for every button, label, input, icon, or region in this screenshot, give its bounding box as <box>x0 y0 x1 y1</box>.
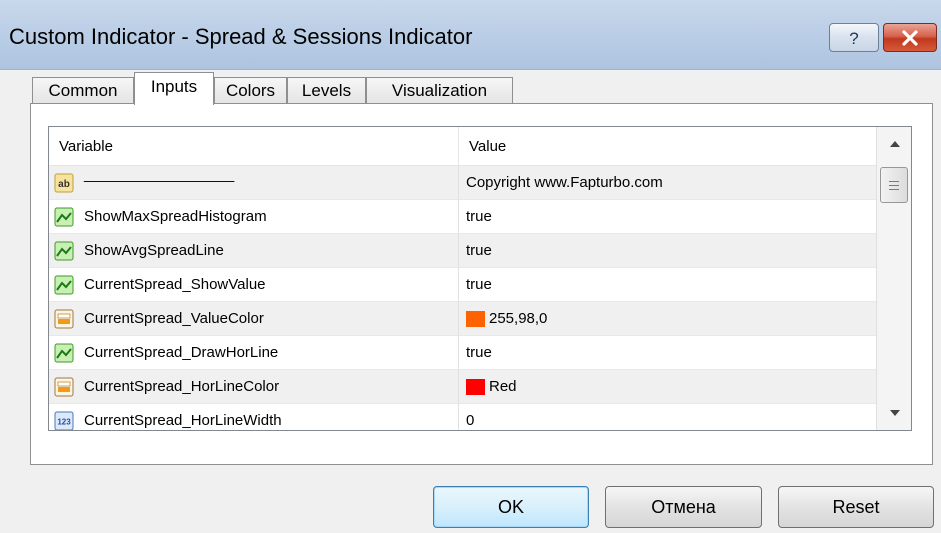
variable-cell: CurrentSpread_ValueColor <box>49 302 459 335</box>
value-cell[interactable]: 0 <box>459 404 876 430</box>
ok-button[interactable]: OK <box>433 486 589 528</box>
table-row[interactable]: CurrentSpread_HorLineColor Red <box>49 370 876 404</box>
color-swatch <box>466 311 485 327</box>
title-bar: Custom Indicator - Spread & Sessions Ind… <box>0 0 941 70</box>
inputs-grid: Variable Value ab __________________ Cop… <box>48 126 912 431</box>
column-header-value[interactable]: Value <box>459 127 876 166</box>
tab-common[interactable]: Common <box>32 77 134 104</box>
value-text: true <box>466 242 492 259</box>
value-text: true <box>466 344 492 361</box>
svg-text:?: ? <box>849 29 858 47</box>
inputs-tab-page: Variable Value ab __________________ Cop… <box>30 103 933 465</box>
variable-name: CurrentSpread_ValueColor <box>84 310 264 327</box>
variable-cell: CurrentSpread_HorLineColor <box>49 370 459 403</box>
bool-icon <box>54 241 74 261</box>
value-cell[interactable]: true <box>459 234 876 267</box>
bool-icon <box>54 207 74 227</box>
svg-text:123: 123 <box>57 418 71 427</box>
tab-inputs[interactable]: Inputs <box>134 72 214 105</box>
variable-name: ShowAvgSpreadLine <box>84 242 224 259</box>
variable-name: CurrentSpread_ShowValue <box>84 276 266 293</box>
tab-levels[interactable]: Levels <box>287 77 366 104</box>
svg-text:ab: ab <box>58 179 70 190</box>
tab-visualization[interactable]: Visualization <box>366 77 513 104</box>
table-row[interactable]: ShowAvgSpreadLine true <box>49 234 876 268</box>
value-text: true <box>466 276 492 293</box>
variable-cell: CurrentSpread_ShowValue <box>49 268 459 301</box>
color-icon <box>54 377 74 397</box>
table-row[interactable]: 123 CurrentSpread_HorLineWidth 0 <box>49 404 876 430</box>
value-text: true <box>466 208 492 225</box>
value-text: 255,98,0 <box>489 310 548 327</box>
reset-button[interactable]: Reset <box>778 486 934 528</box>
color-swatch <box>466 379 485 395</box>
bool-icon <box>54 343 74 363</box>
help-icon: ? <box>849 29 858 47</box>
color-icon <box>54 309 74 329</box>
table-row[interactable]: CurrentSpread_ValueColor 255,98,0 <box>49 302 876 336</box>
value-text: Red <box>489 378 517 395</box>
chevron-up-icon <box>889 141 900 147</box>
grid-rows: ab __________________ Copyright www.Fapt… <box>49 166 876 430</box>
value-cell[interactable]: 255,98,0 <box>459 302 876 335</box>
bool-icon <box>54 275 74 295</box>
chevron-down-icon <box>889 410 900 416</box>
help-button[interactable]: ? <box>829 23 879 52</box>
cancel-button[interactable]: Отмена <box>605 486 762 528</box>
value-cell[interactable]: true <box>459 200 876 233</box>
close-icon <box>902 29 918 46</box>
close-button[interactable] <box>883 23 937 52</box>
value-cell[interactable]: Red <box>459 370 876 403</box>
variable-cell: ShowMaxSpreadHistogram <box>49 200 459 233</box>
table-row[interactable]: ab __________________ Copyright www.Fapt… <box>49 166 876 200</box>
value-text: Copyright www.Fapturbo.com <box>466 174 663 191</box>
value-cell[interactable]: Copyright www.Fapturbo.com <box>459 166 876 199</box>
window-title: Custom Indicator - Spread & Sessions Ind… <box>9 24 473 49</box>
int-123-icon: 123 <box>54 411 74 430</box>
variable-name: CurrentSpread_DrawHorLine <box>84 344 279 361</box>
variable-name: CurrentSpread_HorLineColor <box>84 378 280 395</box>
variable-name: __________________ <box>84 166 235 183</box>
variable-name: CurrentSpread_HorLineWidth <box>84 412 282 429</box>
value-text: 0 <box>466 412 475 429</box>
vertical-scrollbar[interactable] <box>876 127 911 430</box>
scroll-down-button[interactable] <box>877 396 911 430</box>
table-row[interactable]: CurrentSpread_ShowValue true <box>49 268 876 302</box>
variable-cell: ab __________________ <box>49 166 459 199</box>
value-cell[interactable]: true <box>459 268 876 301</box>
tab-colors[interactable]: Colors <box>214 77 287 104</box>
variable-cell: ShowAvgSpreadLine <box>49 234 459 267</box>
variable-cell: 123 CurrentSpread_HorLineWidth <box>49 404 459 430</box>
variable-name: ShowMaxSpreadHistogram <box>84 208 267 225</box>
value-cell[interactable]: true <box>459 336 876 369</box>
string-ab-icon: ab <box>54 173 74 193</box>
table-row[interactable]: CurrentSpread_DrawHorLine true <box>49 336 876 370</box>
scroll-thumb[interactable] <box>880 167 908 203</box>
variable-cell: CurrentSpread_DrawHorLine <box>49 336 459 369</box>
table-row[interactable]: ShowMaxSpreadHistogram true <box>49 200 876 234</box>
scroll-up-button[interactable] <box>877 127 911 161</box>
